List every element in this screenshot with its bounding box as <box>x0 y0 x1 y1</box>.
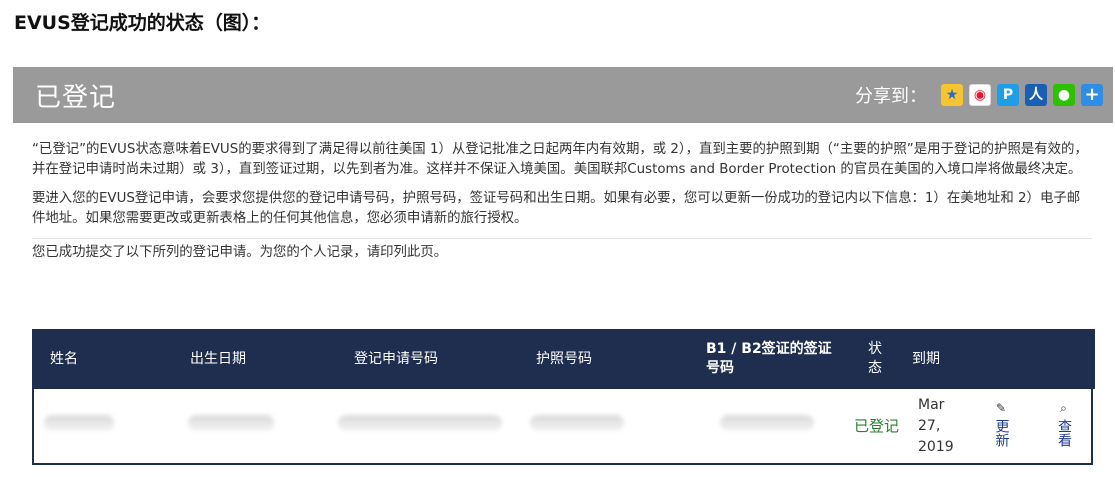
col-header-status: 状态 <box>868 341 882 376</box>
col-header-dob: 出生日期 <box>190 350 246 367</box>
description-paragraph: 您已成功提交了以下所列的登记申请。为您的个人记录，请印列此页。 <box>32 238 1092 263</box>
pencil-icon: ✎ <box>995 401 1007 415</box>
cell-dob <box>184 389 334 463</box>
tencent-weibo-icon[interactable]: P <box>997 84 1019 106</box>
col-header-visa: B1 / B2签证的签证号码 <box>706 341 832 376</box>
share-toolbar: 分享到： ★ ◉ P 人 ● + <box>855 82 1103 108</box>
col-header-passport: 护照号码 <box>536 350 592 367</box>
cell-passport <box>530 389 700 463</box>
renren-icon[interactable]: 人 <box>1025 84 1047 106</box>
cell-app-no <box>334 389 530 463</box>
description-paragraph: “已登记”的EVUS状态意味着EVUS的要求得到了满足得以前往美国 1）从登记批… <box>32 142 1088 177</box>
document-title: EVUS登记成功的状态（图）： <box>14 12 271 34</box>
update-label: 更新 <box>993 419 1010 447</box>
table-row: 已登记 Mar 27, 2019 ✎ 更新 ⌕ 查看 <box>34 389 1095 463</box>
view-button[interactable]: ⌕ 查看 <box>1032 389 1095 463</box>
col-header-app-no: 登记申请号码 <box>354 350 438 367</box>
status-title: 已登记 <box>35 82 117 113</box>
wechat-icon[interactable]: ● <box>1053 84 1075 106</box>
col-header-name: 姓名 <box>50 350 78 367</box>
status-header-bar: 已登记 分享到： ★ ◉ P 人 ● + <box>13 67 1113 123</box>
status-description: “已登记”的EVUS状态意味着EVUS的要求得到了满足得以前往美国 1）从登记批… <box>32 140 1092 272</box>
more-share-icon[interactable]: + <box>1081 84 1103 106</box>
col-header-update <box>970 329 1032 389</box>
col-header-view <box>1032 329 1095 389</box>
cell-expiry: Mar 27, 2019 <box>918 396 954 455</box>
cell-name <box>34 389 184 463</box>
col-header-expiry: 到期 <box>912 350 940 367</box>
cell-visa <box>700 389 850 463</box>
view-label: 查看 <box>1056 419 1072 447</box>
weibo-icon[interactable]: ◉ <box>969 84 991 106</box>
registration-table: 姓名 出生日期 登记申请号码 护照号码 B1 / B2签证的签证号码 状态 到期… <box>32 329 1095 465</box>
magnifier-icon: ⌕ <box>1060 401 1067 415</box>
description-paragraph: 要进入您的EVUS登记申请，会要求您提供您的登记申请号码，护照号码，签证号码和出… <box>32 191 1081 226</box>
update-button[interactable]: ✎ 更新 <box>970 389 1032 463</box>
share-label: 分享到： <box>855 86 927 107</box>
status-badge: 已登记 <box>854 416 900 435</box>
qzone-icon[interactable]: ★ <box>941 84 963 106</box>
table-header-row: 姓名 出生日期 登记申请号码 护照号码 B1 / B2签证的签证号码 状态 到期 <box>34 329 1095 389</box>
